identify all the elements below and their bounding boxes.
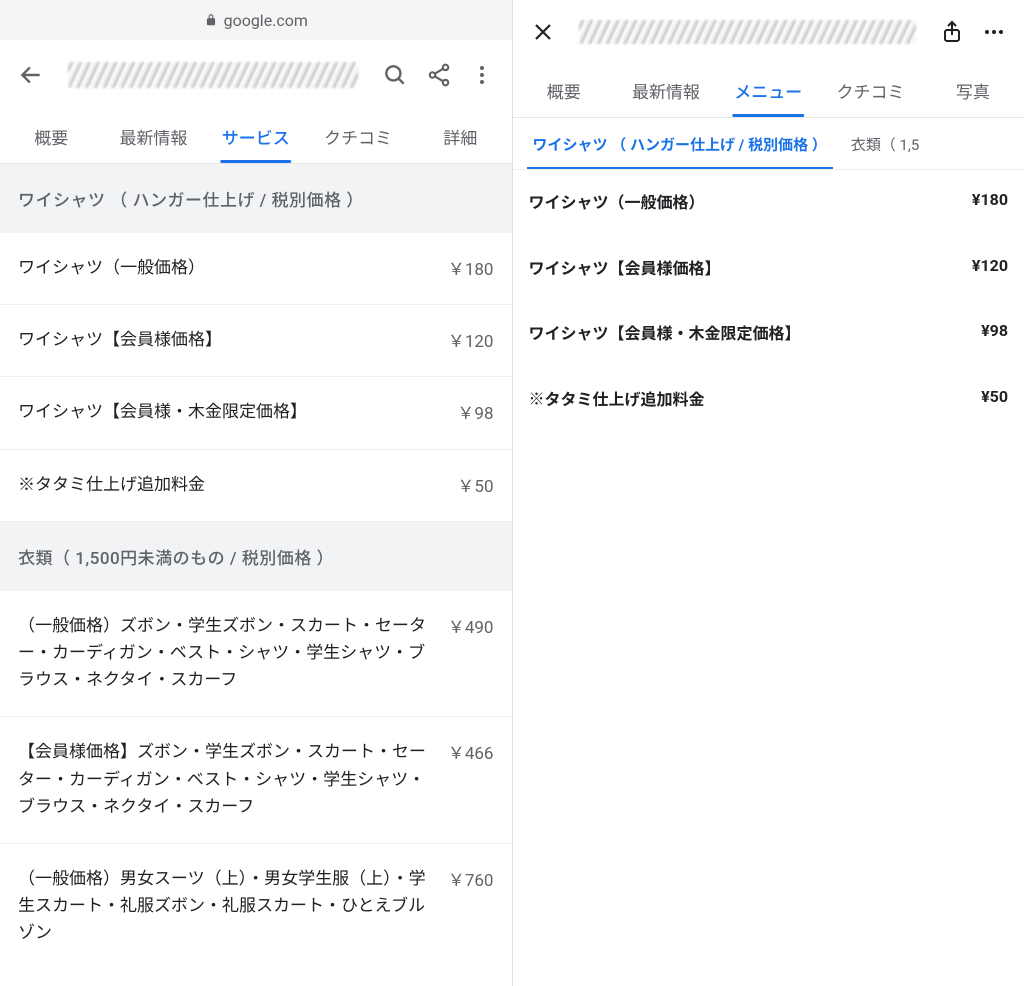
section-header: 衣類（ 1,500円未満のもの / 税別価格 ） — [0, 522, 512, 591]
search-icon[interactable] — [382, 62, 408, 88]
chip-shirts[interactable]: ワイシャツ （ ハンガー仕上げ / 税別価格 ） — [527, 134, 833, 169]
item-name: （一般価格）ズボン・学生ズボン・スカート・セーター・カーディガン・ベスト・シャツ… — [18, 613, 428, 695]
item-price: ￥760 — [448, 866, 494, 891]
item-price: ￥490 — [448, 613, 494, 638]
address-domain: google.com — [224, 11, 308, 30]
more-icon[interactable] — [470, 63, 494, 87]
tab-overview[interactable]: 概要 — [0, 110, 102, 163]
close-icon[interactable] — [531, 20, 555, 44]
tab-reviews[interactable]: クチコミ — [307, 110, 409, 163]
list-item[interactable]: ※タタミ仕上げ追加料金 ￥50 — [0, 450, 512, 522]
list-item[interactable]: 【会員様価格】ズボン・学生ズボン・スカート・セーター・カーディガン・ベスト・シャ… — [0, 717, 512, 844]
tab-menu[interactable]: メニュー — [717, 64, 819, 117]
item-price: ￥180 — [448, 255, 494, 280]
item-name: ワイシャツ（一般価格） — [18, 255, 428, 282]
more-icon[interactable] — [982, 20, 1006, 44]
item-name: ワイシャツ【会員様価格】 — [529, 256, 952, 282]
tab-photos[interactable]: 写真 — [922, 64, 1024, 117]
tab-news[interactable]: 最新情報 — [615, 64, 717, 117]
list-item[interactable]: ワイシャツ【会員様価格】 ￥120 — [0, 305, 512, 377]
list-item[interactable]: ワイシャツ（一般価格） ¥180 — [513, 170, 1024, 236]
left-content: ワイシャツ （ ハンガー仕上げ / 税別価格 ） ワイシャツ（一般価格） ￥18… — [0, 164, 512, 986]
tab-reviews[interactable]: クチコミ — [819, 64, 921, 117]
left-panel: google.com 概要 最新情報 サービス クチコミ 詳細 ワイシャツ （ … — [0, 0, 513, 986]
item-name: ワイシャツ【会員様・木金限定価格】 — [529, 321, 962, 347]
right-content: ワイシャツ（一般価格） ¥180 ワイシャツ【会員様価格】 ¥120 ワイシャツ… — [513, 170, 1024, 986]
list-item[interactable]: ※タタミ仕上げ追加料金 ¥50 — [513, 367, 1024, 433]
item-name: ワイシャツ（一般価格） — [529, 190, 952, 216]
list-item[interactable]: （一般価格）ズボン・学生ズボン・スカート・セーター・カーディガン・ベスト・シャツ… — [0, 591, 512, 718]
share-icon[interactable] — [426, 62, 452, 88]
left-tabs: 概要 最新情報 サービス クチコミ 詳細 — [0, 110, 512, 164]
tab-overview[interactable]: 概要 — [513, 64, 615, 117]
list-item[interactable]: （一般価格）男女スーツ（上）・男女学生服（上）・学生スカート・礼服ズボン・礼服ス… — [0, 844, 512, 970]
category-chips: ワイシャツ （ ハンガー仕上げ / 税別価格 ） 衣類（ 1,5 — [513, 118, 1024, 170]
tab-details[interactable]: 詳細 — [409, 110, 511, 163]
item-name: （一般価格）男女スーツ（上）・男女学生服（上）・学生スカート・礼服ズボン・礼服ス… — [18, 866, 428, 948]
item-price: ￥466 — [448, 739, 494, 764]
list-item[interactable]: ワイシャツ（一般価格） ￥180 — [0, 233, 512, 305]
business-title-obscured — [579, 20, 917, 44]
item-name: 【会員様価格】ズボン・学生ズボン・スカート・セーター・カーディガン・ベスト・シャ… — [18, 739, 428, 821]
left-toolbar — [0, 40, 512, 110]
chip-clothing[interactable]: 衣類（ 1,5 — [845, 134, 926, 169]
list-item[interactable]: ワイシャツ【会員様・木金限定価格】 ￥98 — [0, 377, 512, 449]
item-price: ¥98 — [981, 321, 1008, 340]
business-title-obscured — [68, 62, 358, 88]
right-panel: 概要 最新情報 メニュー クチコミ 写真 ワイシャツ （ ハンガー仕上げ / 税… — [513, 0, 1024, 986]
back-icon[interactable] — [18, 62, 44, 88]
item-price: ¥50 — [981, 387, 1008, 406]
item-name: ※タタミ仕上げ追加料金 — [18, 472, 437, 499]
tab-news[interactable]: 最新情報 — [102, 110, 204, 163]
right-toolbar — [513, 0, 1024, 64]
item-name: ※タタミ仕上げ追加料金 — [529, 387, 962, 413]
section-header: ワイシャツ （ ハンガー仕上げ / 税別価格 ） — [0, 164, 512, 233]
item-price: ￥98 — [457, 399, 493, 424]
item-price: ￥50 — [457, 472, 493, 497]
item-price: ￥120 — [448, 327, 494, 352]
item-price: ¥180 — [972, 190, 1008, 209]
list-item[interactable]: ワイシャツ【会員様価格】 ¥120 — [513, 236, 1024, 302]
address-bar: google.com — [0, 0, 512, 40]
tab-services[interactable]: サービス — [205, 110, 307, 163]
item-name: ワイシャツ【会員様価格】 — [18, 327, 428, 354]
lock-icon — [204, 13, 218, 27]
right-tabs: 概要 最新情報 メニュー クチコミ 写真 — [513, 64, 1024, 118]
ios-share-icon[interactable] — [940, 20, 964, 44]
item-price: ¥120 — [972, 256, 1008, 275]
item-name: ワイシャツ【会員様・木金限定価格】 — [18, 399, 437, 426]
list-item[interactable]: ワイシャツ【会員様・木金限定価格】 ¥98 — [513, 301, 1024, 367]
